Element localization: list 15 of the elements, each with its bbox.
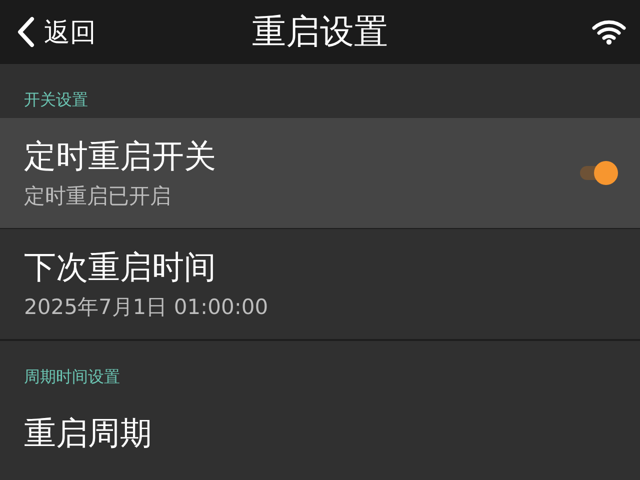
section-header: 周期时间设置 (24, 367, 120, 386)
settings-row[interactable]: 重启周期 (0, 395, 640, 471)
row-subtitle: 2025年7月1日 01:00:00 (24, 294, 268, 321)
section-header: 开关设置 (24, 90, 88, 109)
wifi-icon (592, 19, 626, 45)
row-title: 下次重启时间 (24, 247, 216, 287)
row-title: 定时重启开关 (24, 136, 216, 176)
chevron-left-icon (16, 16, 36, 48)
row-subtitle: 定时重启已开启 (24, 183, 171, 210)
settings-row[interactable]: 下次重启时间 2025年7月1日 01:00:00 (0, 228, 640, 339)
settings-row[interactable]: 定时重启开关 定时重启已开启 (0, 118, 640, 228)
back-button[interactable]: 返回 (16, 14, 96, 50)
toggle-switch[interactable] (578, 161, 618, 185)
page-title: 重启设置 (252, 12, 388, 52)
row-title: 重启周期 (24, 413, 152, 453)
